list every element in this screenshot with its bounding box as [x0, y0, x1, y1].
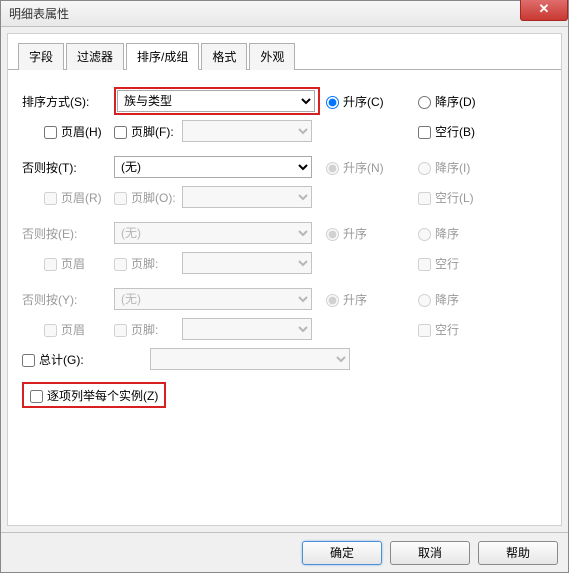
totals-row: 总计(G): — [22, 348, 547, 370]
dialog-window: 明细表属性 ✕ 字段 过滤器 排序/成组 格式 外观 排序方式(S): 族与类型 — [0, 0, 569, 573]
asc-y-option: 升序 — [326, 291, 367, 308]
desc-e-radio — [418, 228, 431, 241]
sort-by-label: 排序方式(S): — [22, 93, 114, 110]
highlight-sort-combo: 族与类型 — [114, 87, 320, 115]
desc-d-radio[interactable] — [418, 96, 431, 109]
tab-fields[interactable]: 字段 — [18, 43, 64, 70]
totals-option[interactable]: 总计(G): — [22, 351, 150, 368]
asc-n-option: 升序(N) — [326, 159, 384, 176]
ok-button[interactable]: 确定 — [302, 541, 382, 565]
footer-f-combo — [182, 120, 312, 142]
blank-e-option: 空行 — [418, 255, 459, 272]
then-e-label: 否则按(E): — [22, 225, 114, 242]
dialog-footer: 确定 取消 帮助 — [1, 532, 568, 572]
blank-b-option[interactable]: 空行(B) — [418, 123, 475, 140]
then-e-row: 否则按(E): (无) 升序 降序 — [22, 218, 547, 248]
blank-y-check — [418, 324, 431, 337]
then-t-combo[interactable]: (无) — [114, 156, 312, 178]
blank-l-option: 空行(L) — [418, 189, 474, 206]
header-e-option: 页眉 — [44, 255, 85, 272]
footer-e-option: 页脚: — [114, 255, 182, 272]
desc-y-radio — [418, 294, 431, 307]
then-y-row2: 页眉 页脚: 空行 — [22, 314, 547, 344]
highlight-itemize: 逐项列举每个实例(Z) — [22, 382, 166, 408]
asc-c-option[interactable]: 升序(C) — [326, 93, 384, 110]
footer-y-option: 页脚: — [114, 321, 182, 338]
then-t-label: 否则按(T): — [22, 159, 114, 176]
asc-e-option: 升序 — [326, 225, 367, 242]
asc-n-radio — [326, 162, 339, 175]
sort-by-row: 排序方式(S): 族与类型 升序(C) — [22, 86, 547, 116]
content-area: 字段 过滤器 排序/成组 格式 外观 排序方式(S): 族与类型 — [7, 33, 562, 526]
header-y-check — [44, 324, 57, 337]
tab-body: 排序方式(S): 族与类型 升序(C) — [8, 70, 561, 525]
then-e-row2: 页眉 页脚: 空行 — [22, 248, 547, 278]
cancel-button[interactable]: 取消 — [390, 541, 470, 565]
footer-o-combo — [182, 186, 312, 208]
footer-o-check — [114, 192, 127, 205]
header-y-option: 页眉 — [44, 321, 85, 338]
close-button[interactable]: ✕ — [520, 0, 568, 21]
then-e-combo: (无) — [114, 222, 312, 244]
then-t-row: 否则按(T): (无) 升序(N) 降序(I) — [22, 152, 547, 182]
header-r-check — [44, 192, 57, 205]
desc-i-option: 降序(I) — [418, 159, 470, 176]
blank-b-check[interactable] — [418, 126, 431, 139]
asc-y-radio — [326, 294, 339, 307]
header-r-option: 页眉(R) — [44, 189, 102, 206]
footer-e-check — [114, 258, 127, 271]
header-h-option[interactable]: 页眉(H) — [44, 123, 102, 140]
header-h-check[interactable] — [44, 126, 57, 139]
footer-o-option: 页脚(O): — [114, 189, 182, 206]
header-e-check — [44, 258, 57, 271]
window-title: 明细表属性 — [9, 5, 69, 22]
desc-e-option: 降序 — [418, 225, 459, 242]
then-t-row2: 页眉(R) 页脚(O): 空行(L) — [22, 182, 547, 212]
then-y-label: 否则按(Y): — [22, 291, 114, 308]
asc-c-radio[interactable] — [326, 96, 339, 109]
footer-f-option[interactable]: 页脚(F): — [114, 123, 182, 140]
footer-e-combo — [182, 252, 312, 274]
tab-filters[interactable]: 过滤器 — [66, 43, 124, 70]
asc-e-radio — [326, 228, 339, 241]
itemize-check[interactable] — [30, 390, 43, 403]
sort-by-combo[interactable]: 族与类型 — [117, 90, 315, 112]
desc-y-option: 降序 — [418, 291, 459, 308]
blank-y-option: 空行 — [418, 321, 459, 338]
tab-strip: 字段 过滤器 排序/成组 格式 外观 — [8, 34, 561, 70]
footer-f-check[interactable] — [114, 126, 127, 139]
footer-y-combo — [182, 318, 312, 340]
titlebar: 明细表属性 ✕ — [1, 1, 568, 27]
then-y-combo: (无) — [114, 288, 312, 310]
tab-format[interactable]: 格式 — [201, 43, 247, 70]
footer-y-check — [114, 324, 127, 337]
desc-i-radio — [418, 162, 431, 175]
itemize-option[interactable]: 逐项列举每个实例(Z) — [30, 387, 158, 404]
sort-by-row2: 页眉(H) 页脚(F): 空行(B) — [22, 116, 547, 146]
itemize-row: 逐项列举每个实例(Z) — [22, 382, 547, 408]
totals-combo — [150, 348, 350, 370]
blank-l-check — [418, 192, 431, 205]
tab-appearance[interactable]: 外观 — [249, 43, 295, 70]
blank-e-check — [418, 258, 431, 271]
then-y-row: 否则按(Y): (无) 升序 降序 — [22, 284, 547, 314]
totals-check[interactable] — [22, 354, 35, 367]
desc-d-option[interactable]: 降序(D) — [418, 93, 476, 110]
help-button[interactable]: 帮助 — [478, 541, 558, 565]
tab-sort-group[interactable]: 排序/成组 — [126, 43, 199, 70]
